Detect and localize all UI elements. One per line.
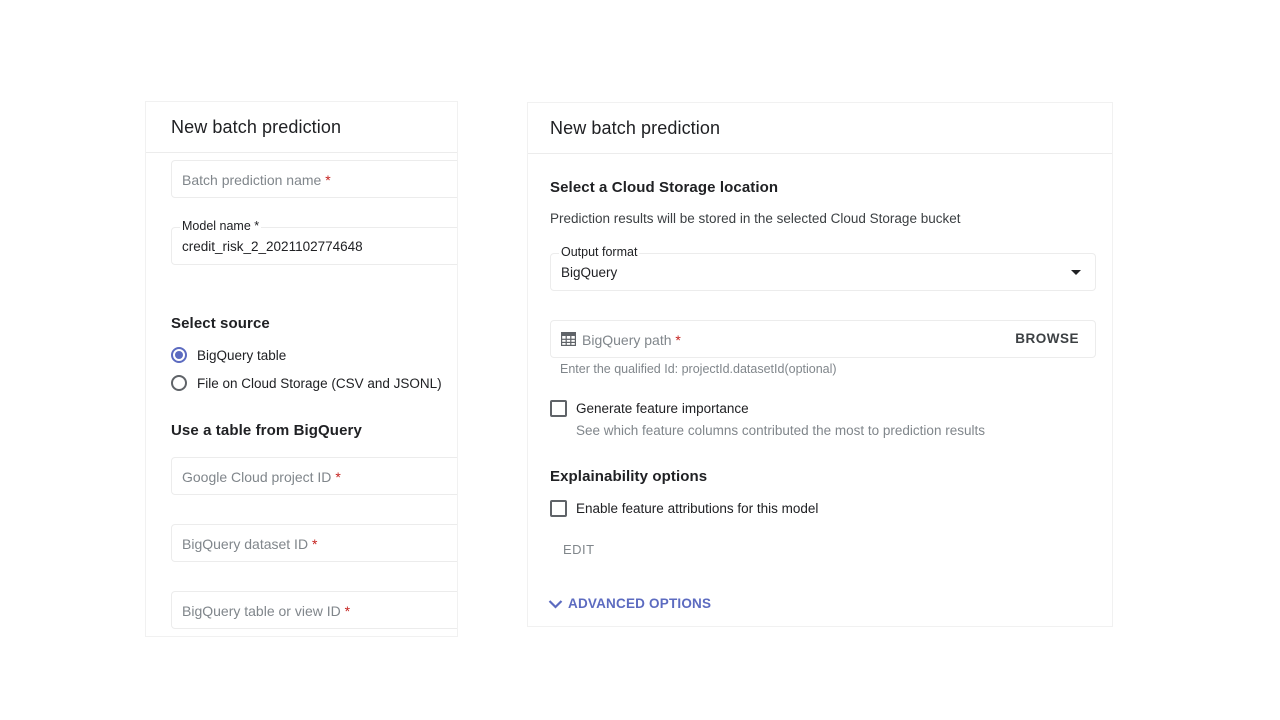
model-name-label: Model name * (180, 219, 262, 233)
panel-title: New batch prediction (550, 117, 721, 138)
batch-prediction-name-placeholder: Batch prediction name (182, 172, 322, 188)
batch-prediction-panel-right: New batch prediction Select a Cloud Stor… (527, 102, 1113, 627)
enable-feature-attributions-checkbox[interactable]: Enable feature attributions for this mod… (550, 500, 818, 517)
bigquery-path-input[interactable]: BigQuery path * BROWSE (550, 320, 1096, 358)
required-mark: * (344, 603, 351, 619)
generate-feature-importance-checkbox[interactable]: Generate feature importance (550, 400, 749, 417)
radio-checked-icon[interactable] (171, 347, 187, 363)
required-mark: * (325, 172, 331, 188)
batch-prediction-panel-left: New batch prediction Batch prediction na… (145, 101, 458, 637)
checkbox-unchecked-icon[interactable] (550, 500, 567, 517)
advanced-options-toggle[interactable]: ADVANCED OPTIONS (548, 596, 711, 611)
project-id-input[interactable]: Google Cloud project ID * (171, 457, 457, 495)
dataset-id-placeholder: BigQuery dataset ID (182, 536, 309, 552)
radio-label: BigQuery table (197, 347, 287, 363)
radio-cloud-storage-file[interactable]: File on Cloud Storage (CSV and JSONL) (171, 375, 442, 391)
chevron-down-icon (548, 599, 563, 609)
explainability-section-title: Explainability options (550, 468, 708, 485)
radio-bigquery-table[interactable]: BigQuery table (171, 347, 286, 363)
advanced-options-label: ADVANCED OPTIONS (568, 596, 712, 611)
table-id-placeholder: BigQuery table or view ID (182, 603, 341, 619)
required-mark: * (311, 536, 318, 552)
checkbox-label: Enable feature attributions for this mod… (576, 501, 819, 516)
batch-prediction-name-input[interactable]: Batch prediction name * (171, 160, 457, 198)
panel-header: New batch prediction (146, 102, 457, 153)
edit-button[interactable]: EDIT (563, 542, 595, 557)
bigquery-table-section-title: Use a table from BigQuery (171, 422, 362, 439)
dataset-id-input[interactable]: BigQuery dataset ID * (171, 524, 457, 562)
output-format-select[interactable]: Output format BigQuery (550, 245, 1096, 291)
panel-header: New batch prediction (528, 103, 1112, 154)
cloud-storage-section-title: Select a Cloud Storage location (550, 179, 779, 196)
output-format-label: Output format (559, 245, 640, 259)
checkbox-label: Generate feature importance (576, 401, 749, 416)
project-id-placeholder: Google Cloud project ID (182, 469, 332, 485)
checkbox-unchecked-icon[interactable] (550, 400, 567, 417)
feature-importance-description: See which feature columns contributed th… (576, 423, 985, 438)
bigquery-path-hint: Enter the qualified Id: projectId.datase… (560, 362, 837, 376)
select-source-title: Select source (171, 315, 270, 332)
required-mark: * (335, 469, 341, 485)
radio-unchecked-icon[interactable] (171, 375, 187, 391)
panel-title: New batch prediction (171, 116, 342, 137)
table-icon (561, 332, 576, 346)
table-id-input[interactable]: BigQuery table or view ID * (171, 591, 457, 629)
required-mark: * (675, 332, 681, 348)
model-name-input[interactable]: Model name * credit_risk_2_2021102774648 (171, 219, 457, 265)
radio-label: File on Cloud Storage (CSV and JSONL) (197, 375, 442, 391)
bigquery-path-placeholder: BigQuery path (582, 332, 672, 348)
output-format-value: BigQuery (561, 265, 618, 280)
cloud-storage-description: Prediction results will be stored in the… (550, 211, 961, 226)
browse-button[interactable]: BROWSE (1015, 331, 1079, 346)
model-name-value: credit_risk_2_2021102774648 (182, 239, 363, 254)
dropdown-arrow-icon[interactable] (1071, 270, 1081, 275)
